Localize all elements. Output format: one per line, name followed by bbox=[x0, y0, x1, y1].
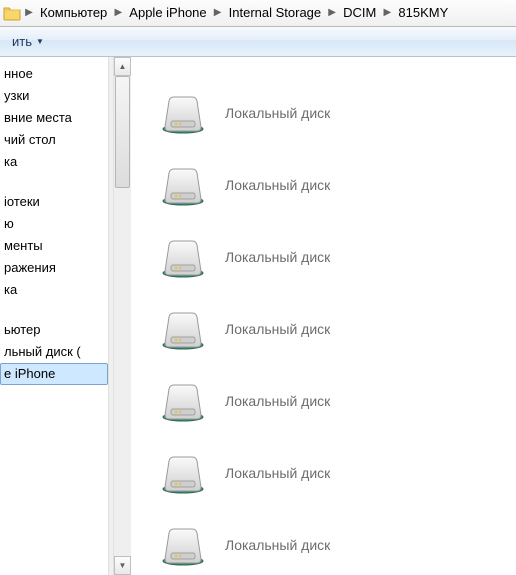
crumb-storage[interactable]: Internal Storage bbox=[225, 3, 326, 23]
organize-button[interactable]: ить ▼ bbox=[6, 31, 50, 53]
list-item[interactable]: Локальный диск bbox=[131, 221, 516, 293]
list-item[interactable]: Локальный диск bbox=[131, 437, 516, 509]
sidebar-item[interactable]: ю bbox=[0, 213, 108, 235]
list-item[interactable]: Локальный диск bbox=[131, 509, 516, 575]
sidebar-item[interactable]: узки bbox=[0, 85, 108, 107]
spacer bbox=[0, 301, 108, 319]
dropdown-arrow-icon: ▼ bbox=[32, 37, 44, 46]
sidebar-item[interactable]: ка bbox=[0, 279, 108, 301]
explorer-window: ▶ Компьютер ▶ Apple iPhone ▶ Internal St… bbox=[0, 0, 516, 575]
list-item[interactable]: Локальный диск bbox=[131, 365, 516, 437]
sidebar-item[interactable]: менты bbox=[0, 235, 108, 257]
item-label: Локальный диск bbox=[225, 465, 330, 481]
body: нное узки вние места чий стол ка iотеки … bbox=[0, 57, 516, 575]
item-label: Локальный диск bbox=[225, 393, 330, 409]
chevron-right-icon[interactable]: ▶ bbox=[211, 3, 225, 23]
sidebar-item[interactable]: ьютер bbox=[0, 319, 108, 341]
chevron-right-icon[interactable]: ▶ bbox=[325, 3, 339, 23]
list-item[interactable]: Локальный диск bbox=[131, 149, 516, 221]
drive-icon bbox=[159, 91, 207, 135]
sidebar-scrollbar: ▲ ▼ bbox=[114, 57, 131, 575]
chevron-right-icon[interactable]: ▶ bbox=[111, 3, 125, 23]
drive-icon bbox=[159, 451, 207, 495]
drive-icon bbox=[159, 235, 207, 279]
crumb-folder[interactable]: 815KMY bbox=[394, 3, 452, 23]
list-item[interactable]: Локальный диск bbox=[131, 293, 516, 365]
item-label: Локальный диск bbox=[225, 537, 330, 553]
sidebar-item[interactable]: ражения bbox=[0, 257, 108, 279]
item-label: Локальный диск bbox=[225, 321, 330, 337]
item-label: Локальный диск bbox=[225, 177, 330, 193]
scroll-thumb[interactable] bbox=[115, 76, 130, 188]
sidebar-item[interactable]: чий стол bbox=[0, 129, 108, 151]
sidebar-item-selected[interactable]: e iPhone bbox=[0, 363, 108, 385]
crumb-dcim[interactable]: DCIM bbox=[339, 3, 380, 23]
drive-icon bbox=[159, 163, 207, 207]
spacer bbox=[0, 173, 108, 191]
scroll-track[interactable] bbox=[114, 76, 131, 556]
list-item[interactable]: Локальный диск bbox=[131, 77, 516, 149]
drive-icon bbox=[159, 379, 207, 423]
content-pane: Локальный диск Локальный диск Локальный … bbox=[131, 57, 516, 575]
scroll-up-button[interactable]: ▲ bbox=[114, 57, 131, 76]
chevron-right-icon[interactable]: ▶ bbox=[380, 3, 394, 23]
drive-icon bbox=[159, 307, 207, 351]
item-label: Локальный диск bbox=[225, 249, 330, 265]
nav-tree: нное узки вние места чий стол ка iотеки … bbox=[0, 57, 108, 575]
sidebar-item[interactable]: вние места bbox=[0, 107, 108, 129]
chevron-right-icon[interactable]: ▶ bbox=[22, 3, 36, 23]
toolbar: ить ▼ bbox=[0, 27, 516, 58]
sidebar-item[interactable]: iотеки bbox=[0, 191, 108, 213]
sidebar-item[interactable]: ка bbox=[0, 151, 108, 173]
breadcrumb-bar: ▶ Компьютер ▶ Apple iPhone ▶ Internal St… bbox=[0, 0, 516, 27]
sidebar-item[interactable]: нное bbox=[0, 63, 108, 85]
scroll-down-button[interactable]: ▼ bbox=[114, 556, 131, 575]
organize-label: ить bbox=[12, 34, 32, 49]
folder-icon bbox=[2, 3, 22, 23]
drive-icon bbox=[159, 523, 207, 567]
sidebar-item[interactable]: льный диск ( bbox=[0, 341, 108, 363]
crumb-device[interactable]: Apple iPhone bbox=[125, 3, 210, 23]
item-label: Локальный диск bbox=[225, 105, 330, 121]
crumb-computer[interactable]: Компьютер bbox=[36, 3, 111, 23]
